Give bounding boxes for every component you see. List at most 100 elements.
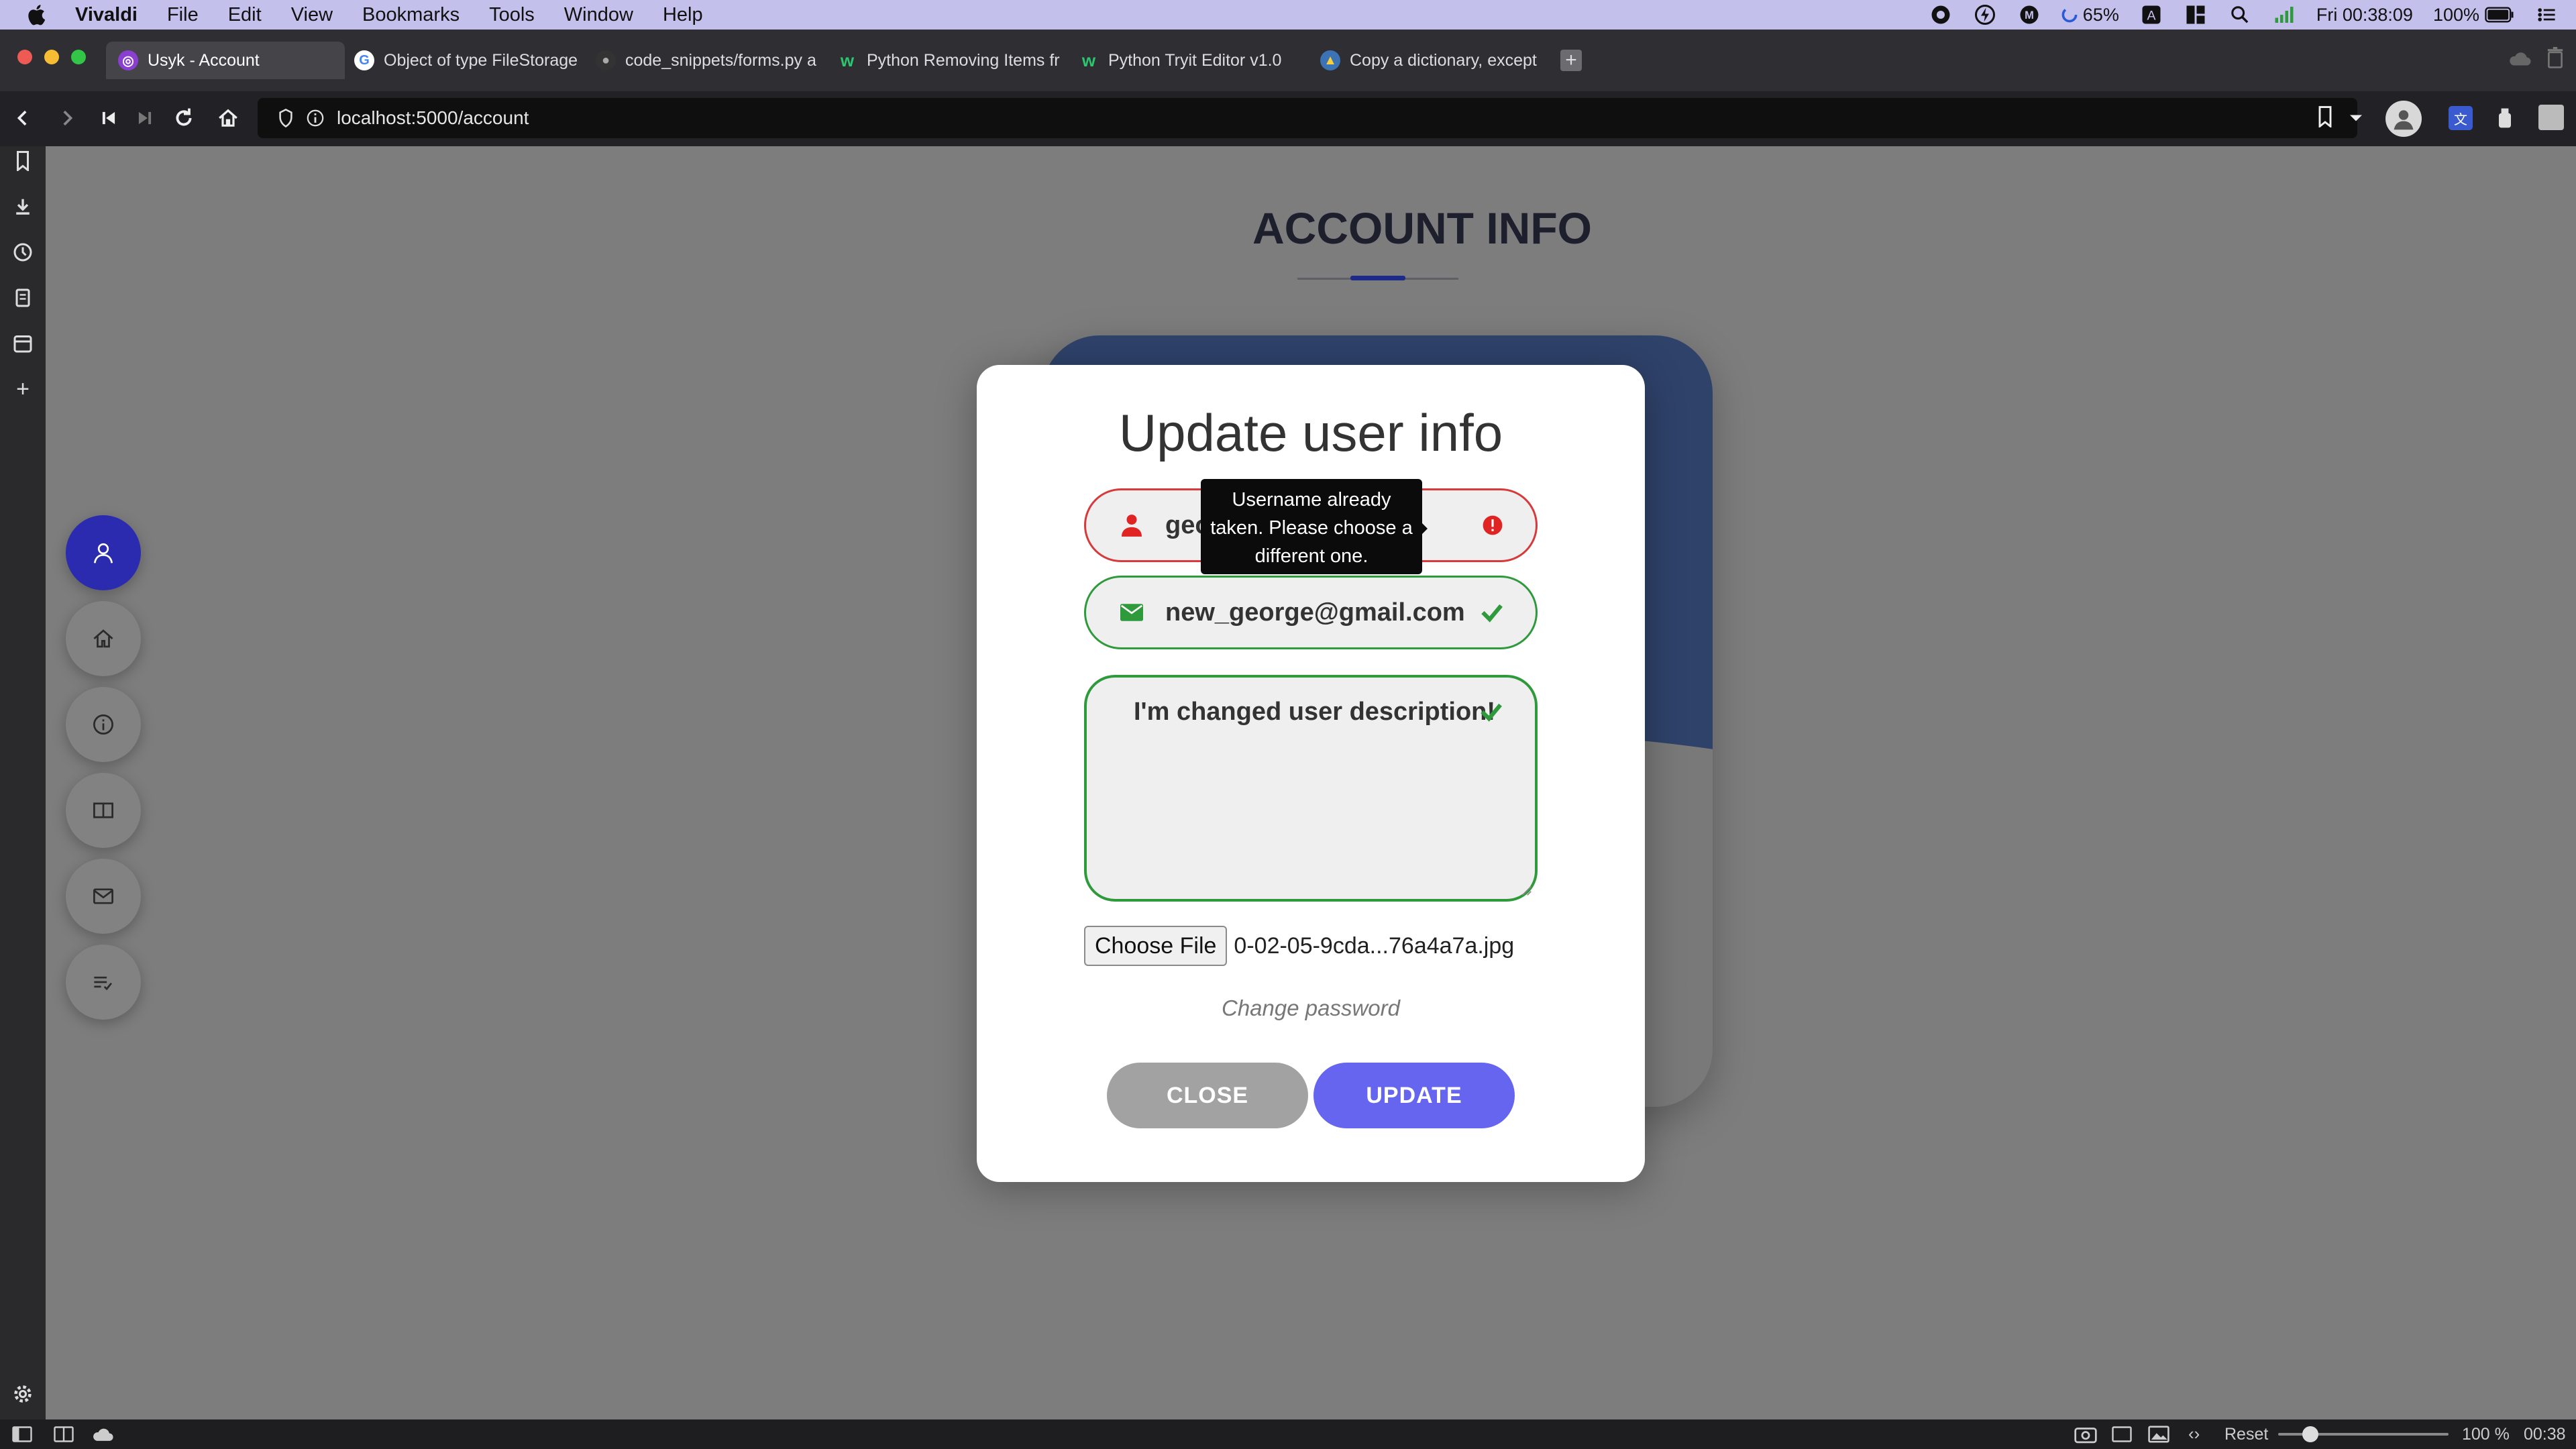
- file-input: Choose File 0-02-05-9cda...76a4a7a.jpg: [1084, 926, 1514, 966]
- tab-python-tryit-editor[interactable]: w Python Tryit Editor v1.0: [1079, 42, 1307, 79]
- change-password-link[interactable]: Change password: [977, 996, 1645, 1021]
- settings-gear-icon[interactable]: [9, 1381, 36, 1407]
- menu-edit[interactable]: Edit: [213, 4, 276, 26]
- home-button[interactable]: [211, 101, 246, 136]
- signal-icon[interactable]: [2272, 5, 2296, 25]
- menu-view[interactable]: View: [276, 4, 347, 26]
- back-button[interactable]: [5, 101, 40, 136]
- description-textarea[interactable]: I'm changed user description!: [1084, 675, 1538, 902]
- downloads-panel-icon[interactable]: [9, 193, 36, 220]
- apple-icon[interactable]: [0, 4, 60, 25]
- input-source-icon[interactable]: A: [2139, 5, 2163, 25]
- email-value[interactable]: new_george@gmail.com: [1165, 598, 1465, 627]
- tab-label: Copy a dictionary, except: [1350, 50, 1537, 70]
- modal-title: Update user info: [1118, 403, 1503, 462]
- panel-toggle-icon[interactable]: [12, 1426, 32, 1442]
- mail-icon: [93, 888, 113, 904]
- close-window-button[interactable]: [17, 50, 32, 64]
- capture-icon[interactable]: [2074, 1425, 2097, 1444]
- extension-icon[interactable]: [2494, 106, 2516, 130]
- menu-window[interactable]: Window: [549, 4, 648, 26]
- menu-help[interactable]: Help: [648, 4, 718, 26]
- description-value[interactable]: I'm changed user description!: [1134, 698, 1495, 727]
- bookmark-page-icon[interactable]: [2317, 106, 2333, 127]
- tooltip-arrow: [1419, 521, 1428, 537]
- trash-icon[interactable]: [2546, 47, 2564, 68]
- page-title: ACCOUNT INFO: [1252, 203, 1592, 253]
- choose-file-button[interactable]: Choose File: [1084, 926, 1228, 966]
- m-icon[interactable]: M: [2017, 5, 2041, 25]
- nav-home-button[interactable]: [66, 601, 141, 676]
- reload-button[interactable]: [166, 101, 201, 136]
- menu-tools[interactable]: Tools: [474, 4, 549, 26]
- envelope-icon: [1112, 604, 1152, 621]
- tab-python-removing-items[interactable]: w Python Removing Items fr: [837, 42, 1065, 79]
- minimize-window-button[interactable]: [44, 50, 59, 64]
- w3schools-favicon-icon: w: [1081, 50, 1096, 70]
- window-manager-icon[interactable]: [2184, 5, 2208, 25]
- shield-icon[interactable]: [278, 109, 294, 127]
- page-actions-icon[interactable]: ‹›: [2188, 1424, 2200, 1444]
- resize-handle-icon[interactable]: [1520, 884, 1532, 896]
- cpu-indicator[interactable]: 65%: [2061, 5, 2119, 25]
- zoom-level: 100 %: [2462, 1425, 2510, 1444]
- control-center-icon[interactable]: [2534, 5, 2559, 25]
- menu-bookmarks[interactable]: Bookmarks: [347, 4, 474, 26]
- add-panel-icon[interactable]: +: [9, 376, 36, 402]
- app-name-menu[interactable]: Vivaldi: [60, 4, 152, 26]
- nav-mail-button[interactable]: [66, 859, 141, 934]
- menu-bar: Vivaldi File Edit View Bookmarks Tools W…: [0, 0, 2576, 30]
- update-user-modal: Update user info geor new_george@gmail.c…: [977, 365, 1645, 1182]
- menu-file[interactable]: File: [152, 4, 213, 26]
- history-panel-icon[interactable]: [9, 239, 36, 266]
- translate-extension-icon[interactable]: 文: [2449, 106, 2473, 130]
- error-icon: [1482, 515, 1503, 536]
- update-button[interactable]: UPDATE: [1313, 1063, 1515, 1128]
- extensions-menu-icon[interactable]: [2538, 105, 2564, 130]
- url-bar[interactable]: localhost:5000/account: [258, 98, 2357, 138]
- tab-code-snippets[interactable]: ● code_snippets/forms.py a: [596, 42, 824, 79]
- rewind-button[interactable]: [91, 101, 126, 136]
- tab-object-filestorage[interactable]: G Object of type FileStorage: [354, 42, 582, 79]
- tab-copy-dictionary[interactable]: ▲ Copy a dictionary, except: [1320, 42, 1543, 79]
- zoom-reset-button[interactable]: Reset: [2224, 1425, 2268, 1444]
- close-button[interactable]: CLOSE: [1107, 1063, 1308, 1128]
- calendar-panel-icon[interactable]: [9, 330, 36, 357]
- tab-usyk-account[interactable]: ◎ Usyk - Account: [106, 42, 345, 79]
- home-icon: [93, 629, 113, 648]
- clock-text[interactable]: Fri 00:38:09: [2316, 5, 2413, 25]
- vivaldi-tray-icon[interactable]: [1929, 5, 1953, 25]
- tiling-icon[interactable]: [54, 1426, 74, 1442]
- fast-forward-button[interactable]: [127, 101, 162, 136]
- battery-indicator[interactable]: 100%: [2433, 5, 2514, 25]
- cloud-sync-icon[interactable]: [2508, 50, 2532, 67]
- profile-avatar[interactable]: [2385, 101, 2422, 137]
- github-favicon-icon: ●: [596, 50, 616, 70]
- bolt-icon[interactable]: [1973, 5, 1997, 25]
- zoom-slider-handle[interactable]: [2302, 1426, 2318, 1442]
- email-field[interactable]: new_george@gmail.com: [1084, 576, 1538, 649]
- sync-cloud-icon[interactable]: [91, 1426, 114, 1442]
- checklist-icon: [94, 976, 112, 991]
- user-icon: [93, 543, 113, 564]
- check-icon: [1481, 602, 1503, 623]
- images-toggle-icon[interactable]: [2148, 1425, 2169, 1444]
- nav-info-button[interactable]: [66, 687, 141, 762]
- chevron-down-icon[interactable]: [2348, 111, 2364, 125]
- svg-text:A: A: [2147, 9, 2155, 23]
- nav-book-button[interactable]: [66, 773, 141, 848]
- search-icon[interactable]: [2228, 5, 2252, 25]
- cpu-percent: 65%: [2082, 4, 2119, 25]
- w3schools-favicon-icon: w: [840, 50, 855, 70]
- site-info-icon[interactable]: [306, 109, 325, 127]
- new-tab-button[interactable]: +: [1560, 50, 1582, 71]
- maximize-window-button[interactable]: [71, 50, 86, 64]
- tab-label: Object of type FileStorage: [384, 50, 578, 70]
- notes-panel-icon[interactable]: [9, 284, 36, 311]
- forward-button[interactable]: [50, 101, 85, 136]
- nav-tasks-button[interactable]: [66, 945, 141, 1020]
- nav-account-button[interactable]: [66, 515, 141, 590]
- url-text[interactable]: localhost:5000/account: [337, 107, 529, 129]
- tab-tiling-icon[interactable]: [2112, 1426, 2132, 1442]
- bookmarks-panel-icon[interactable]: [9, 148, 36, 174]
